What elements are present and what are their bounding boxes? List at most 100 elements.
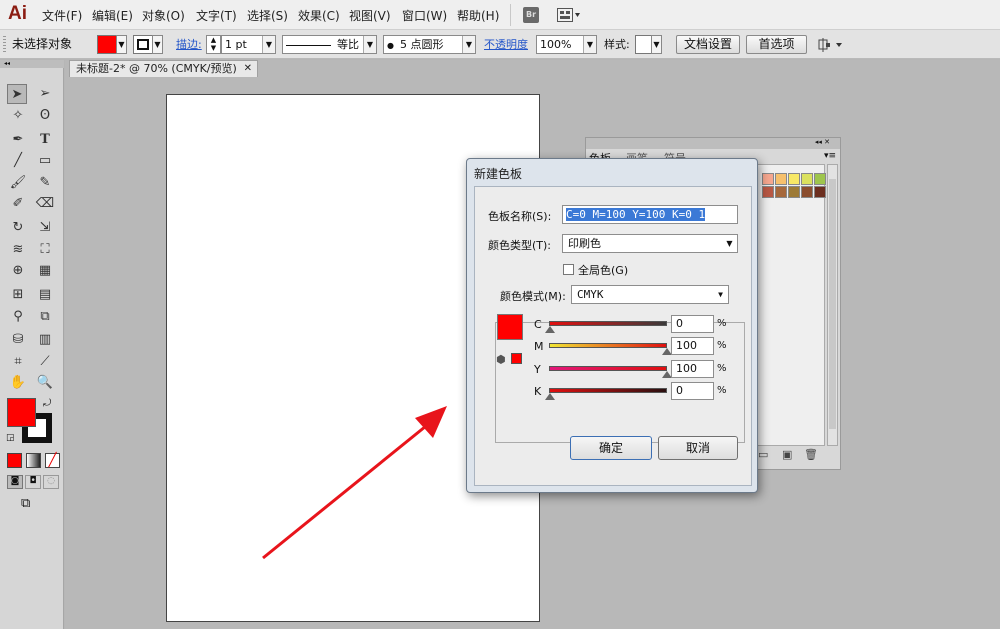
align-options-icon[interactable] — [818, 38, 844, 52]
swatch-chip[interactable] — [814, 186, 826, 198]
menu-effect[interactable]: 效果(C) — [298, 7, 340, 24]
fill-color-front[interactable] — [7, 398, 36, 427]
magenta-slider[interactable] — [549, 343, 667, 348]
swatch-name-input[interactable]: C=0 M=100 Y=100 K=0 1 — [562, 205, 738, 224]
zoom-tool-icon[interactable]: 🔍 — [35, 373, 55, 393]
scale-tool-icon[interactable]: ⇲ — [35, 218, 55, 238]
cyan-slider-thumb[interactable] — [545, 326, 555, 333]
free-transform-icon[interactable]: ⛶ — [35, 240, 55, 260]
direct-selection-tool-icon[interactable]: ➢ — [35, 84, 55, 104]
swatch-chip[interactable] — [801, 173, 813, 185]
out-of-gamut-cube-icon[interactable]: ⬢ — [496, 353, 506, 366]
style-dropdown-icon[interactable]: ▼ — [651, 35, 662, 54]
swatch-chip[interactable] — [788, 186, 800, 198]
bridge-icon[interactable]: Br — [523, 7, 539, 23]
rectangle-tool-icon[interactable]: ▭ — [35, 151, 55, 171]
chevron-down-icon[interactable]: ▼ — [714, 287, 727, 302]
control-bar-grip[interactable] — [3, 36, 6, 53]
panel-menu-icon[interactable]: ▾≡ — [824, 151, 836, 161]
blend-tool-icon[interactable]: ⧉ — [35, 307, 55, 327]
eyedropper-tool-icon[interactable]: ⚲ — [8, 307, 28, 327]
symbol-sprayer-icon[interactable]: ⛁ — [8, 330, 28, 350]
draw-normal-icon[interactable]: ◙ — [7, 475, 23, 489]
stroke-stepper[interactable]: ▲ ▼ — [206, 35, 221, 54]
new-color-group-icon[interactable]: ▭ — [758, 448, 768, 461]
width-tool-icon[interactable]: ≋ — [8, 240, 28, 260]
line-tool-icon[interactable]: ╱ — [8, 151, 28, 171]
arrange-documents-icon[interactable] — [557, 8, 581, 22]
document-setup-button[interactable]: 文档设置 — [676, 35, 740, 54]
paintbrush-tool-icon[interactable]: 🖌 — [8, 173, 28, 193]
menu-object[interactable]: 对象(O) — [142, 7, 185, 24]
menu-window[interactable]: 窗口(W) — [402, 7, 447, 24]
brush-definition[interactable]: ● 5 点圆形 ▼ — [383, 35, 476, 54]
perspective-grid-icon[interactable]: ▦ — [35, 261, 55, 281]
scrollbar-thumb[interactable] — [829, 179, 836, 429]
magenta-value-field[interactable]: 100 — [671, 337, 714, 355]
menu-file[interactable]: 文件(F) — [42, 7, 82, 24]
gradient-mode-icon[interactable] — [26, 453, 41, 468]
tools-panel-header[interactable]: ◂◂ — [0, 60, 64, 68]
stroke-swatch[interactable] — [133, 35, 153, 54]
none-mode-icon[interactable]: ╱ — [45, 453, 60, 468]
swatches-scrollbar[interactable] — [827, 164, 838, 446]
color-mode-icon[interactable] — [7, 453, 22, 468]
yellow-slider[interactable] — [549, 366, 667, 371]
screen-mode-icon[interactable]: ⧉ — [21, 496, 30, 511]
black-value-field[interactable]: 0 — [671, 382, 714, 400]
variable-width-profile[interactable]: 等比 ▼ — [282, 35, 377, 54]
fill-dropdown-icon[interactable]: ▼ — [116, 35, 127, 54]
artboard-tool-icon[interactable]: ⌗ — [8, 352, 28, 372]
swatches-panel-header[interactable]: ◂◂ ✕ — [586, 138, 840, 149]
mesh-tool-icon[interactable]: ⊞ — [8, 285, 28, 305]
close-icon[interactable]: ✕ — [244, 61, 252, 77]
eraser-tool-icon[interactable]: ⌫ — [35, 194, 55, 214]
chevron-down-icon[interactable]: ▼ — [262, 36, 275, 53]
black-slider-thumb[interactable] — [545, 393, 555, 400]
selection-tool-icon[interactable]: ➤ — [7, 84, 27, 104]
cancel-button[interactable]: 取消 — [658, 436, 738, 460]
swatch-chip[interactable] — [775, 186, 787, 198]
opacity-field[interactable]: 100% ▼ — [536, 35, 597, 54]
menu-select[interactable]: 选择(S) — [247, 7, 288, 24]
draw-inside-icon[interactable]: ◌ — [43, 475, 59, 489]
yellow-value-field[interactable]: 100 — [671, 360, 714, 378]
pen-tool-icon[interactable]: ✒ — [8, 130, 28, 150]
swatch-chip[interactable] — [762, 186, 774, 198]
magic-wand-icon[interactable]: ✧ — [8, 106, 28, 126]
swatch-chip[interactable] — [814, 173, 826, 185]
menu-type[interactable]: 文字(T) — [196, 7, 237, 24]
column-graph-icon[interactable]: ▥ — [35, 330, 55, 350]
stroke-weight-field[interactable]: 1 pt ▼ — [221, 35, 276, 54]
type-tool-icon[interactable]: T — [35, 130, 55, 150]
lasso-tool-icon[interactable]: ʘ — [35, 106, 55, 126]
menu-help[interactable]: 帮助(H) — [457, 7, 499, 24]
fill-swatch[interactable] — [97, 35, 117, 54]
draw-behind-icon[interactable]: ◘ — [25, 475, 41, 489]
opacity-label[interactable]: 不透明度 — [484, 35, 528, 54]
preferences-button[interactable]: 首选项 — [746, 35, 807, 54]
black-slider[interactable] — [549, 388, 667, 393]
pencil-tool-icon[interactable]: ✎ — [35, 173, 55, 193]
gamut-color-swatch[interactable] — [511, 353, 522, 364]
menu-view[interactable]: 视图(V) — [349, 7, 391, 24]
stroke-dropdown-icon[interactable]: ▼ — [152, 35, 163, 54]
color-type-select[interactable]: 印刷色 ▼ — [562, 234, 738, 253]
shape-builder-icon[interactable]: ⊕ — [8, 261, 28, 281]
delete-swatch-icon[interactable]: 🗑 — [804, 448, 818, 461]
ok-button[interactable]: 确定 — [570, 436, 652, 460]
blob-brush-icon[interactable]: ✐ — [8, 194, 28, 214]
cyan-value-field[interactable]: 0 — [671, 315, 714, 333]
style-swatch[interactable] — [635, 35, 652, 54]
stroke-label[interactable]: 描边: — [176, 35, 202, 54]
color-mode-select[interactable]: CMYK ▼ — [571, 285, 729, 304]
hand-tool-icon[interactable]: ✋ — [8, 373, 28, 393]
swatch-chip[interactable] — [801, 186, 813, 198]
swatch-chip[interactable] — [788, 173, 800, 185]
swatch-chip[interactable] — [762, 173, 774, 185]
chevron-down-icon[interactable]: ▼ — [363, 36, 376, 53]
chevron-down-icon[interactable]: ▼ — [723, 236, 736, 251]
chevron-down-icon[interactable]: ▼ — [462, 36, 475, 53]
swap-colors-icon[interactable]: ⤾ — [43, 398, 51, 409]
rotate-tool-icon[interactable]: ↻ — [8, 218, 28, 238]
